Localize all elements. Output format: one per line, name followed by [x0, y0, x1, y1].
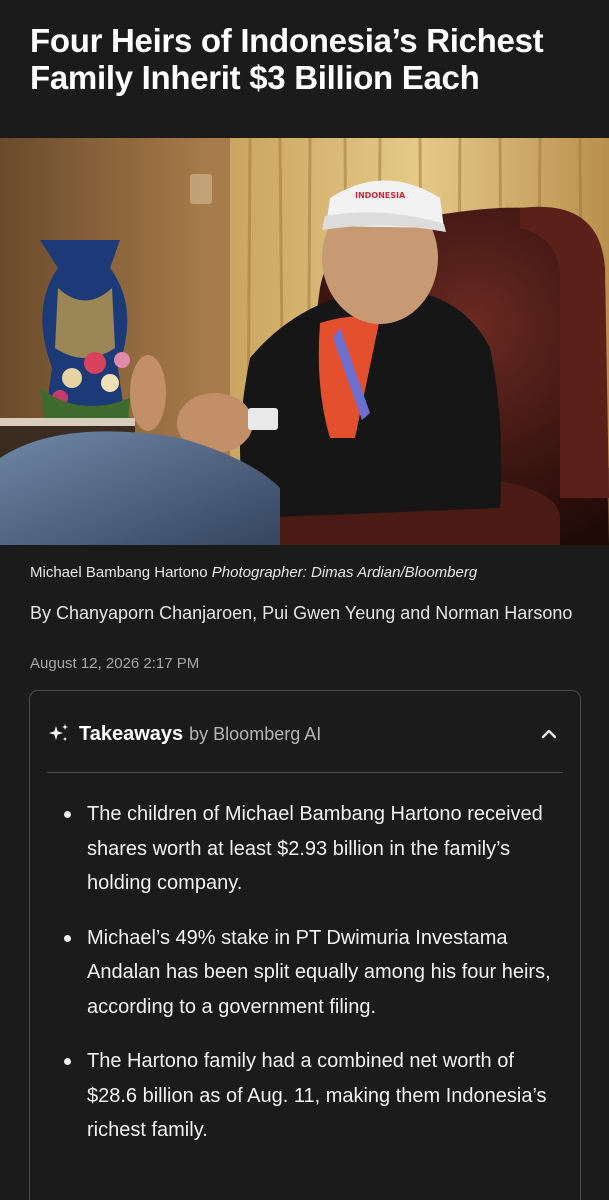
takeaway-item: The children of Michael Bambang Hartono …	[30, 797, 580, 901]
caption-credit: Photographer: Dimas Ardian/Bloomberg	[211, 564, 478, 581]
article-photo[interactable]: INDONESIA	[0, 138, 609, 545]
chevron-up-icon	[541, 729, 557, 739]
takeaway-text: The Hartono family had a combined net wo…	[87, 1050, 547, 1141]
takeaways-attribution: by Bloomberg AI	[189, 723, 322, 744]
takeaways-list: The children of Michael Bambang Hartono …	[30, 797, 580, 1168]
article-headline: Four Heirs of Indonesia’s Richest Family…	[30, 22, 544, 96]
takeaways-title: Takeaways	[79, 722, 184, 745]
takeaway-item: The Hartono family had a combined net wo…	[30, 1044, 580, 1148]
takeaways-header: Takeaways by Bloomberg AI	[47, 721, 321, 747]
bullet-icon	[64, 1058, 71, 1065]
article-date: August 12, 2026 2:17 PM	[30, 655, 200, 672]
svg-text:INDONESIA: INDONESIA	[355, 191, 406, 200]
sparkle-icon	[47, 722, 71, 746]
takeaway-item: Michael’s 49% stake in PT Dwimuria Inves…	[30, 921, 580, 1025]
caption-subject: Michael Bambang Hartono	[30, 564, 208, 581]
photo-caption: Michael Bambang Hartono Photographer: Di…	[30, 564, 590, 582]
article-byline[interactable]: By Chanyaporn Chanjaroen, Pui Gwen Yeung…	[30, 601, 580, 625]
collapse-takeaways-button[interactable]	[538, 723, 560, 745]
article-page: Four Heirs of Indonesia’s Richest Family…	[0, 0, 609, 1200]
takeaway-text: The children of Michael Bambang Hartono …	[87, 803, 543, 894]
bullet-icon	[64, 811, 71, 818]
takeaways-panel: Takeaways by Bloomberg AI The children o…	[29, 690, 581, 1200]
takeaway-text: Michael’s 49% stake in PT Dwimuria Inves…	[87, 926, 551, 1018]
takeaways-divider	[47, 772, 563, 773]
bullet-icon	[64, 934, 71, 942]
